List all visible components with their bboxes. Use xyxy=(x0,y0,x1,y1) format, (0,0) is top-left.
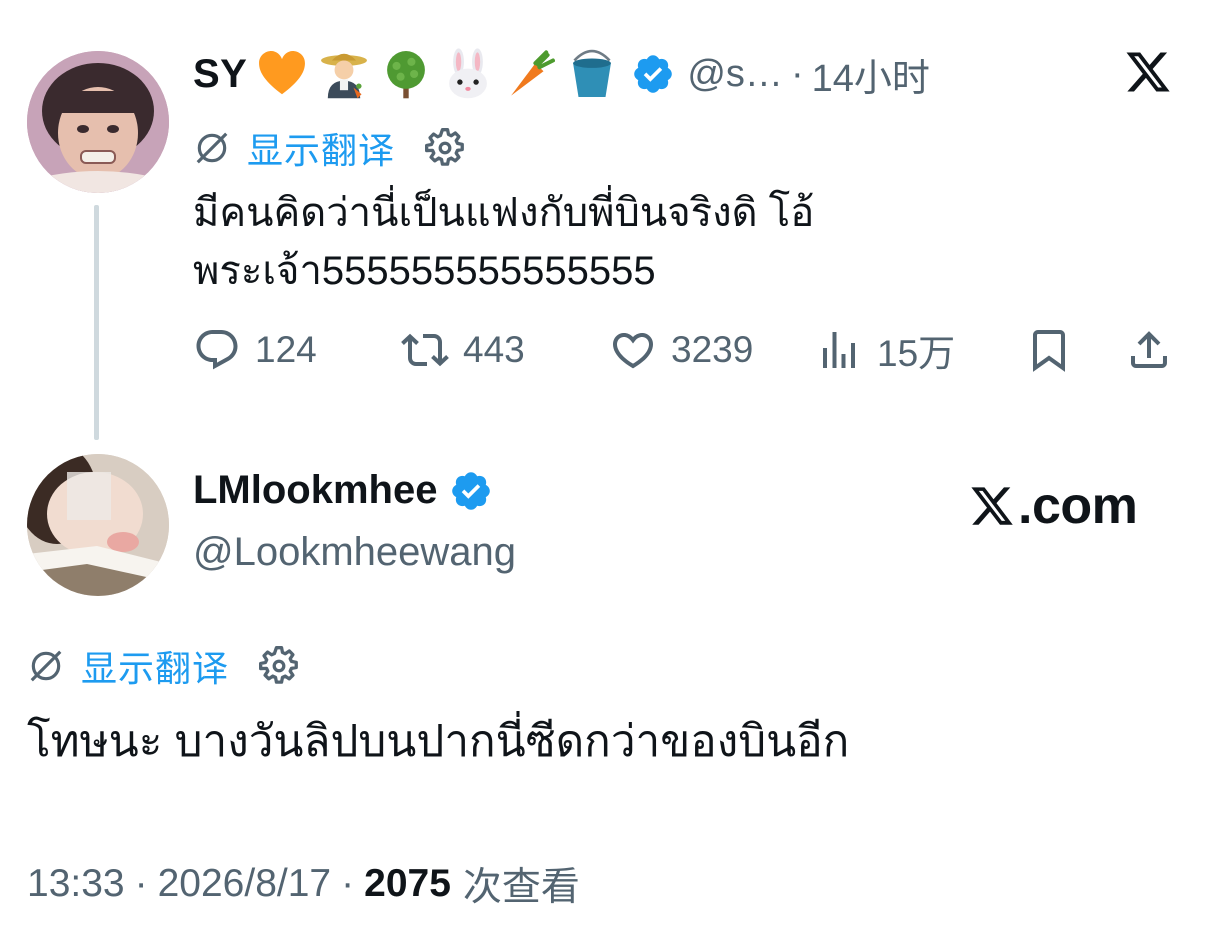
quoted-text-line-2: พระเจ้า555555555555555 xyxy=(193,249,656,293)
main-tweet-text: โทษนะ บางวันลิปบนปากนี่ซีดกว่าของบินอีก xyxy=(27,717,850,766)
rabbit-icon xyxy=(449,48,488,99)
xcom-domain: .com xyxy=(1018,477,1138,535)
show-translation-link[interactable]: 显示翻译 xyxy=(247,122,395,174)
no-translation-icon xyxy=(196,132,228,164)
reply-count: 124 xyxy=(255,329,317,370)
views-button[interactable]: 15万 xyxy=(815,322,955,378)
author-name-row: LMlookmhee xyxy=(193,468,493,513)
views-count: 15万 xyxy=(877,333,956,374)
main-translate-row: 显示翻译 xyxy=(27,640,301,692)
verified-badge-icon[interactable] xyxy=(449,469,493,513)
share-icon xyxy=(1131,331,1167,368)
tweet-date[interactable]: 2026/8/17 xyxy=(158,862,332,906)
quoted-translate-row: 显示翻译 xyxy=(193,122,467,174)
tweet-metadata: 13:33 · 2026/8/17 · 2075 次查看 xyxy=(27,856,580,912)
xcom-watermark: .com xyxy=(968,476,1138,536)
verified-badge-icon[interactable] xyxy=(631,52,675,96)
author-handle[interactable]: @Lookmheewang xyxy=(193,530,516,575)
reply-button[interactable]: 124 xyxy=(193,322,317,378)
x-logo-icon[interactable] xyxy=(1122,48,1174,96)
gear-icon[interactable] xyxy=(257,644,301,688)
quoted-text-line-1: มีคนคิดว่านี่เป็นแฟงกับพี่บินจริงดิ โอ้ xyxy=(193,191,815,235)
like-button[interactable]: 3239 xyxy=(609,322,753,378)
author-display-name[interactable]: LMlookmhee xyxy=(193,468,437,513)
show-translation-link[interactable]: 显示翻译 xyxy=(81,640,229,692)
repost-button[interactable]: 443 xyxy=(401,322,525,378)
repost-count: 443 xyxy=(463,329,525,370)
tweet-time[interactable]: 13:33 xyxy=(27,862,125,906)
gear-icon[interactable] xyxy=(423,126,467,170)
quoted-tweet-text: มีคนคิดว่านี่เป็นแฟงกับพี่บินจริงดิ โอ้ … xyxy=(193,184,1093,300)
no-translation-icon xyxy=(30,650,62,682)
repost-icon xyxy=(401,333,449,367)
heart-icon xyxy=(612,333,654,369)
separator-dot: · xyxy=(134,862,148,905)
farmer-icon xyxy=(321,53,368,99)
thread-connector-line xyxy=(94,205,99,440)
orange-heart-icon xyxy=(259,51,306,95)
quoted-avatar[interactable] xyxy=(27,51,169,193)
share-button[interactable] xyxy=(1125,322,1173,378)
bucket-icon xyxy=(573,49,612,97)
bookmark-icon xyxy=(1033,330,1065,372)
views-chart-icon xyxy=(823,332,855,368)
author-avatar[interactable] xyxy=(27,454,169,596)
x-logo-icon xyxy=(971,487,1013,525)
bookmark-button[interactable] xyxy=(1025,322,1073,378)
quoted-timestamp[interactable]: 14小时 xyxy=(812,47,930,102)
like-count: 3239 xyxy=(671,329,754,370)
views-label: 次查看 xyxy=(462,866,580,909)
quoted-action-bar: 124 443 3239 15万 xyxy=(193,322,1178,378)
separator-dot: · xyxy=(790,52,804,95)
reply-icon xyxy=(196,330,238,370)
separator-dot: · xyxy=(341,862,355,905)
quoted-tweet-header: SY @s… · 14小时 xyxy=(193,44,930,104)
quoted-handle[interactable]: @s… xyxy=(687,53,783,96)
carrot-icon xyxy=(511,50,556,96)
views-count[interactable]: 2075 xyxy=(364,862,451,906)
tree-icon xyxy=(387,51,426,99)
quoted-display-name[interactable]: SY xyxy=(193,52,247,97)
